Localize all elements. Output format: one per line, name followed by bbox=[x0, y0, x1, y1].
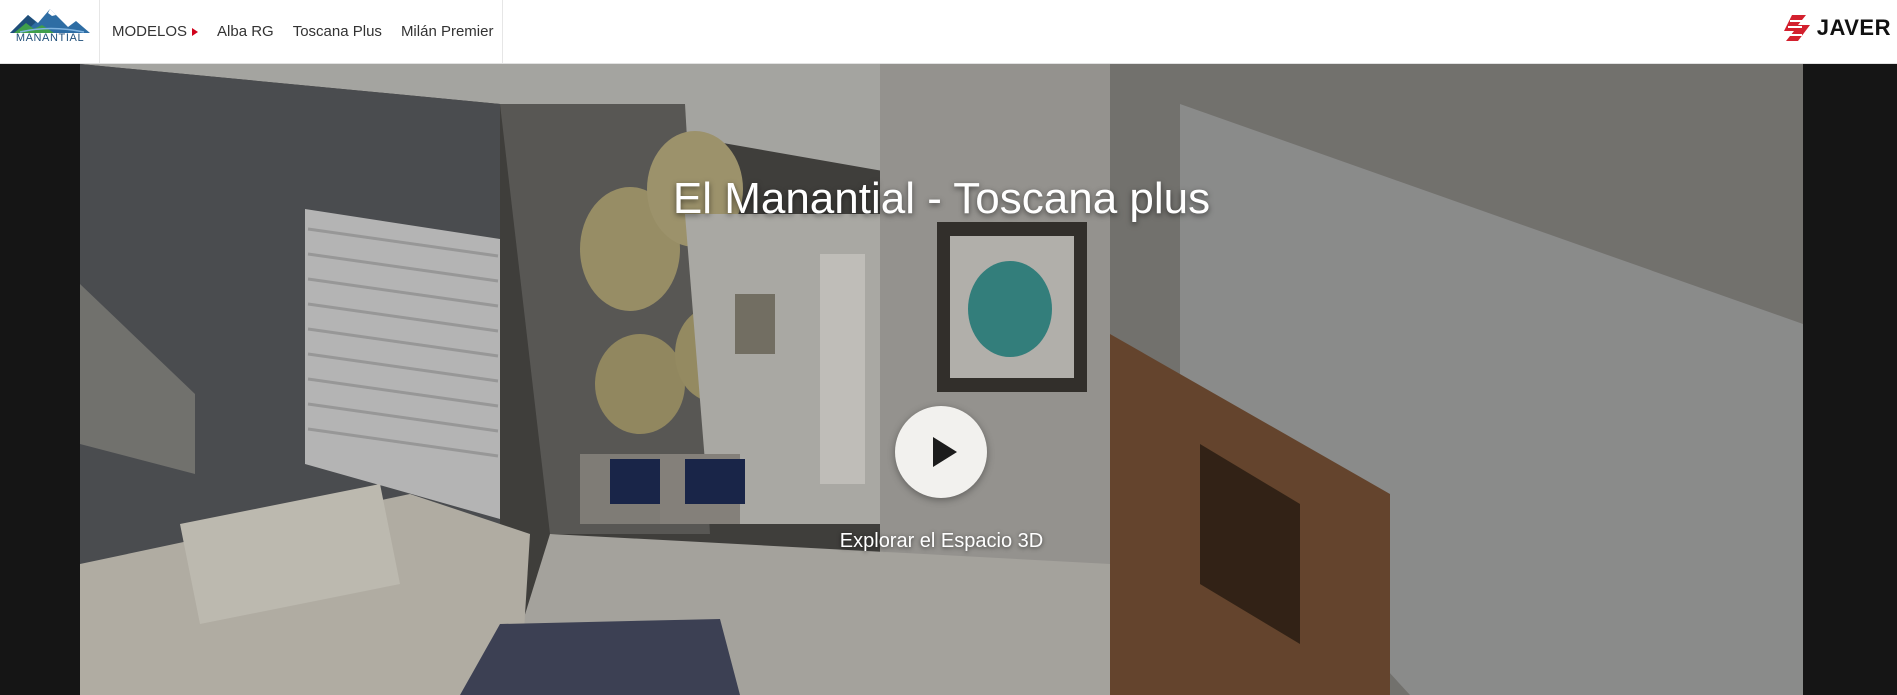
main-nav: MODELOS Alba RG Toscana Plus Milán Premi… bbox=[100, 0, 503, 63]
logo-wordmark: MANANTIAL bbox=[15, 32, 85, 44]
matterport-viewer[interactable]: El Manantial - Toscana plus Explorar el … bbox=[80, 64, 1803, 695]
tour-title: El Manantial - Toscana plus bbox=[672, 174, 1211, 223]
javer-logo-icon bbox=[1783, 15, 1810, 41]
play-button[interactable] bbox=[895, 406, 987, 498]
nav-item-alba-rg[interactable]: Alba RG bbox=[217, 23, 274, 40]
nav-models-dropdown[interactable]: MODELOS bbox=[112, 23, 199, 40]
dim-overlay bbox=[80, 64, 1803, 695]
manantial-mountain-logo-icon bbox=[10, 9, 90, 33]
top-header: MANANTIAL MODELOS Alba RG Toscana Plus M… bbox=[0, 0, 1897, 64]
nav-item-toscana-plus[interactable]: Toscana Plus bbox=[293, 23, 382, 40]
explore-3d-link[interactable]: Explorar el Espacio 3D bbox=[80, 530, 1803, 553]
javer-logo[interactable]: JAVER bbox=[1783, 13, 1891, 43]
caret-right-icon bbox=[192, 27, 199, 36]
play-icon bbox=[933, 437, 957, 467]
nav-models-label: MODELOS bbox=[112, 23, 188, 40]
nav-item-milan-premier[interactable]: Milán Premier bbox=[401, 23, 494, 40]
javer-wordmark: JAVER bbox=[1816, 15, 1891, 40]
manantial-logo[interactable]: MANANTIAL bbox=[0, 0, 100, 63]
